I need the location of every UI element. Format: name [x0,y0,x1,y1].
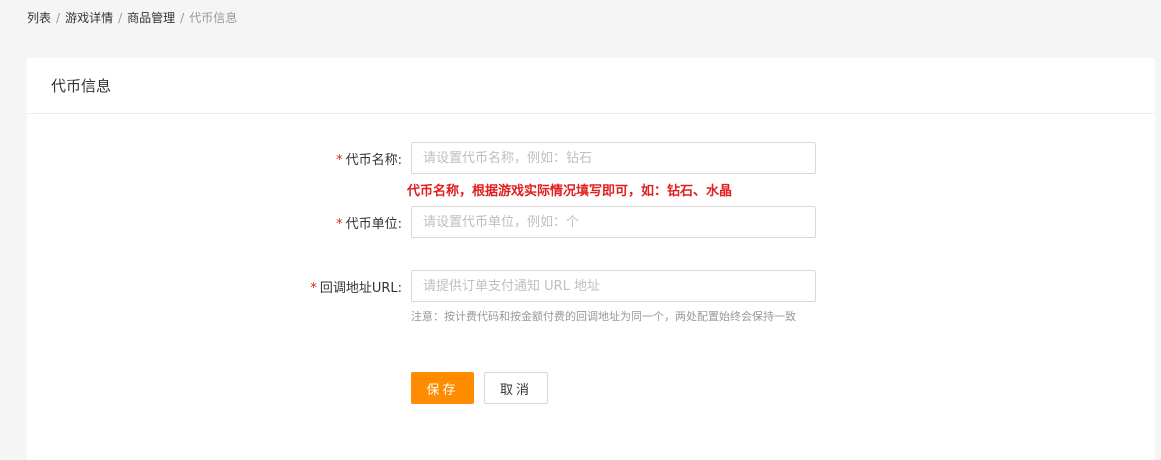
callback-url-note: 注意：按计费代码和按金额付费的回调地址为同一个，两处配置始终会保持一致 [411,310,796,323]
breadcrumb-item-list[interactable]: 列表 [27,11,51,25]
currency-name-label-text: 代币名称: [345,153,402,168]
breadcrumb-separator: / [56,11,61,25]
breadcrumb-item-current: 代币信息 [189,11,238,25]
currency-unit-input[interactable] [411,206,816,238]
breadcrumb-item-game-detail[interactable]: 游戏详情 [65,11,113,25]
breadcrumb-separator: / [180,11,185,25]
currency-name-label: * 代币名称: [336,149,402,168]
cancel-button[interactable]: 取消 [484,372,548,404]
callback-url-input[interactable] [411,270,816,302]
currency-name-input[interactable] [411,142,816,174]
callback-url-label-text: 回调地址URL: [319,281,402,296]
breadcrumb-separator: / [118,11,123,25]
currency-name-hint: 代币名称，根据游戏实际情况填写即可，如：钻石、水晶 [407,184,733,199]
callback-url-label: * 回调地址URL: [310,277,402,296]
currency-info-card: 代币信息 *代币名称: 代币名称，根据游戏实际情况填写即可，如：钻石、水晶 *代… [27,58,1155,460]
required-mark: * [336,217,343,232]
card-title: 代币信息 [27,58,1155,114]
save-button[interactable]: 保存 [411,372,474,404]
currency-unit-label: * 代币单位: [336,213,402,232]
required-mark: * [336,153,343,168]
breadcrumb-item-product-management[interactable]: 商品管理 [127,11,175,25]
currency-unit-label-text: 代币单位: [345,217,402,232]
required-mark: * [310,281,317,296]
breadcrumb: 列表 / 游戏详情 / 商品管理 / 代币信息 [27,10,237,26]
